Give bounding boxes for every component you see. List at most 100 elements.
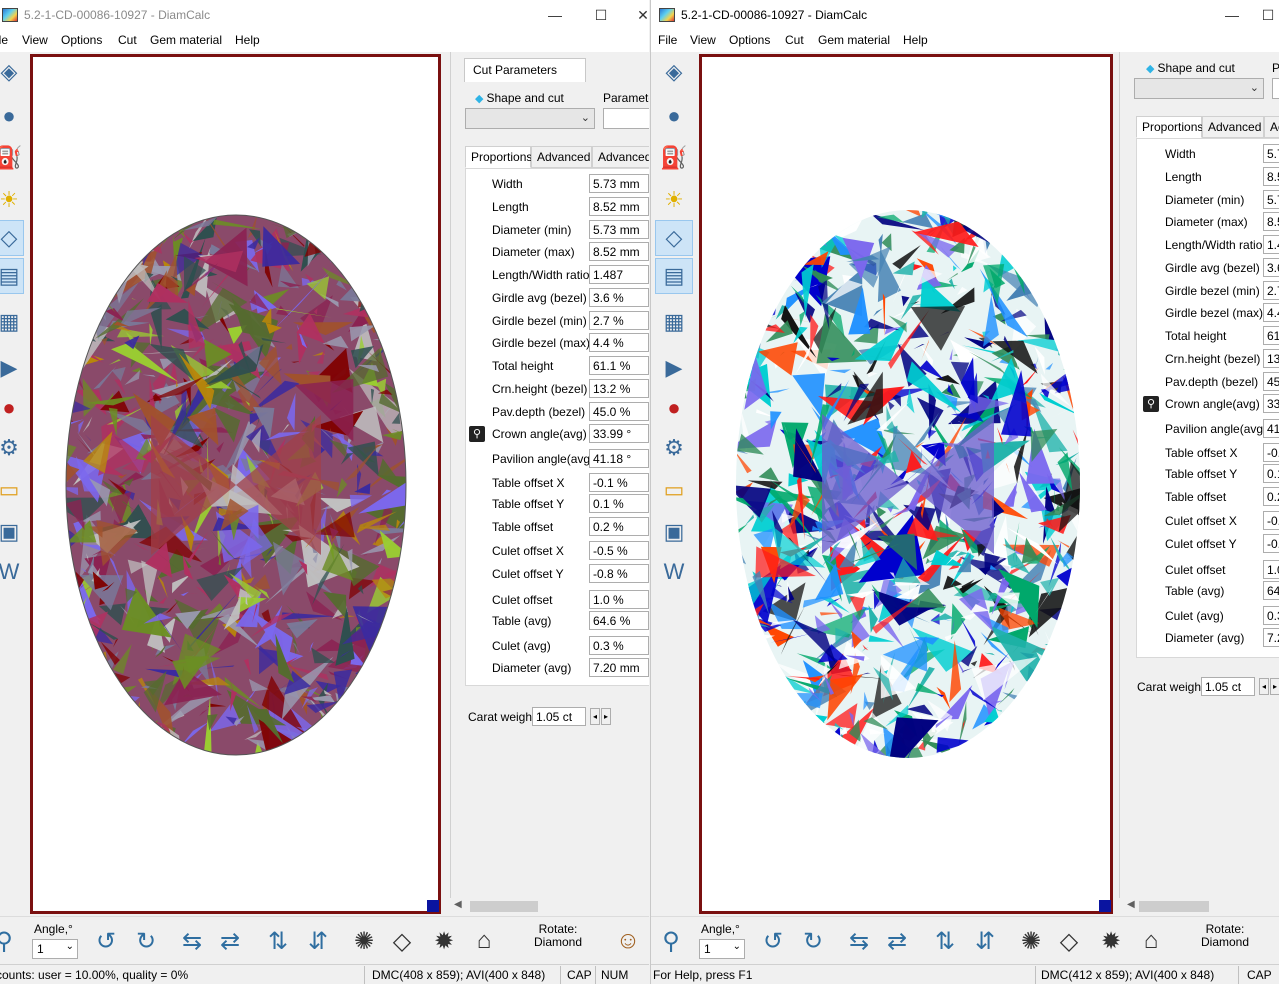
panel-scrollbar[interactable]: ◀ [452, 898, 649, 915]
magnifier-icon[interactable]: ⚲ [653, 923, 689, 959]
diamond-viewport[interactable] [699, 54, 1113, 914]
diamond-view-icon[interactable]: ◇ [655, 220, 693, 256]
minimize-icon[interactable]: — [544, 4, 566, 26]
rotate-mode[interactable]: Rotate: Diamond [1177, 921, 1273, 961]
paint-bucket-icon[interactable]: ⛽ [659, 140, 689, 176]
param-value-field[interactable]: -0.5 % [589, 541, 649, 560]
flip-horizontal-2-icon[interactable]: ⇄ [212, 923, 248, 959]
menu-gem-material[interactable]: Gem material [818, 33, 890, 47]
menu-view[interactable]: View [22, 33, 48, 47]
param-value-field[interactable]: 2.7 % [589, 311, 649, 330]
param-value-field[interactable]: 4.4 % [589, 333, 649, 352]
menu-cut[interactable]: Cut [118, 33, 137, 47]
maximize-icon[interactable]: ☐ [1257, 4, 1279, 26]
flip-horizontal-icon[interactable]: ⇆ [841, 923, 877, 959]
girdle-view-icon[interactable]: ⌂ [1133, 923, 1169, 959]
menu-help[interactable]: Help [235, 33, 260, 47]
param-value-field[interactable]: 4.4 [1263, 303, 1279, 322]
light-bulb-icon[interactable]: ☀ [659, 182, 689, 218]
param-value-field[interactable]: -0. [1263, 443, 1279, 462]
parameters-combo[interactable] [1272, 78, 1279, 99]
rotate-right-icon[interactable]: ↻ [795, 923, 831, 959]
panel-scrollbar[interactable]: ◀ [1125, 898, 1279, 915]
param-value-field[interactable]: -0. [1263, 534, 1279, 553]
diamond-viewport[interactable] [30, 54, 441, 914]
rotate-right-icon[interactable]: ↻ [128, 923, 164, 959]
param-value-field[interactable]: -0. [1263, 511, 1279, 530]
gem-ball-icon[interactable]: ● [659, 98, 689, 134]
girdle-view-icon[interactable]: ⌂ [466, 923, 502, 959]
param-value-field[interactable]: 41.18 ° [589, 449, 649, 468]
diamond-icon[interactable]: ◈ [0, 54, 24, 90]
rotate-mode[interactable]: Rotate: Diamond [510, 921, 606, 961]
flip-vertical-icon[interactable]: ⇅ [927, 923, 963, 959]
lock-icon[interactable]: ⚲ [469, 426, 485, 442]
menu-options[interactable]: Options [729, 33, 770, 47]
param-value-field[interactable]: 8.5 [1263, 167, 1279, 186]
spectrum-icon[interactable]: ▤ [655, 258, 693, 294]
carat-weight-field[interactable]: 1.05 ct [532, 707, 586, 726]
param-value-field[interactable]: 0.2 [1263, 487, 1279, 506]
menu-file[interactable]: ile [0, 33, 8, 47]
flip-vertical-2-icon[interactable]: ⇵ [300, 923, 336, 959]
top-view-icon[interactable]: ✺ [346, 923, 382, 959]
bottom-view-icon[interactable]: ✹ [1093, 923, 1129, 959]
side-view-icon[interactable]: ◇ [384, 923, 420, 959]
menu-options[interactable]: Options [61, 33, 102, 47]
param-value-field[interactable]: 3.6 [1263, 258, 1279, 277]
carat-increment[interactable]: ▸ [601, 708, 611, 725]
tab-advanced-2[interactable]: Advanced [592, 146, 649, 168]
param-value-field[interactable]: 64 [1263, 581, 1279, 600]
open-folder-icon[interactable]: ▭ [0, 472, 24, 508]
carat-decrement[interactable]: ◂ [590, 708, 600, 725]
angle-select[interactable]: 1 ⌄ [32, 939, 78, 959]
flip-horizontal-icon[interactable]: ⇆ [174, 923, 210, 959]
open-folder-icon[interactable]: ▭ [659, 472, 689, 508]
param-value-field[interactable]: 0.3 [1263, 606, 1279, 625]
close-icon[interactable]: ✕ [632, 4, 649, 26]
film-settings-icon[interactable]: ⚙ [659, 430, 689, 466]
carat-increment[interactable]: ▸ [1270, 678, 1279, 695]
param-value-field[interactable]: 0.1 % [589, 494, 649, 513]
param-value-field[interactable]: -0.1 % [589, 473, 649, 492]
shape-combo[interactable]: ⌄ [465, 108, 595, 129]
film-record-icon[interactable]: ● [0, 390, 24, 426]
carat-decrement[interactable]: ◂ [1259, 678, 1269, 695]
param-value-field[interactable]: 0.1 [1263, 464, 1279, 483]
tab-proportions[interactable]: Proportions [1136, 116, 1203, 138]
tab-advanced[interactable]: Advanced [1202, 116, 1264, 138]
param-value-field[interactable]: 3.6 % [589, 288, 649, 307]
param-value-field[interactable]: 5.73 mm [589, 220, 649, 239]
spectrum-icon[interactable]: ▤ [0, 258, 24, 294]
save-icon[interactable]: ▣ [659, 514, 689, 550]
param-value-field[interactable]: 13 [1263, 349, 1279, 368]
light-bulb-icon[interactable]: ☀ [0, 182, 24, 218]
user-icon[interactable]: ☺ [610, 923, 646, 959]
minimize-icon[interactable]: — [1221, 4, 1243, 26]
carat-weight-field[interactable]: 1.05 ct [1201, 677, 1255, 696]
param-value-field[interactable]: -0.8 % [589, 564, 649, 583]
film-settings-icon[interactable]: ⚙ [0, 430, 24, 466]
magnifier-icon[interactable]: ⚲ [0, 923, 22, 959]
param-value-field[interactable]: 1.4 [1263, 235, 1279, 254]
param-value-field[interactable]: 5.7 [1263, 144, 1279, 163]
maximize-icon[interactable]: ☐ [590, 4, 612, 26]
tab-advanced[interactable]: Advanced [531, 146, 592, 168]
menu-help[interactable]: Help [903, 33, 928, 47]
param-value-field[interactable]: 1.0 [1263, 560, 1279, 579]
word-export-icon[interactable]: W [659, 554, 689, 590]
param-value-field[interactable]: 7.20 mm [589, 658, 649, 677]
flip-vertical-2-icon[interactable]: ⇵ [967, 923, 1003, 959]
side-view-icon[interactable]: ◇ [1051, 923, 1087, 959]
rotate-left-icon[interactable]: ↺ [755, 923, 791, 959]
param-value-field[interactable]: 41 [1263, 419, 1279, 438]
param-value-field[interactable]: 45.0 % [589, 402, 649, 421]
shape-combo[interactable]: ⌄ [1134, 78, 1264, 99]
param-value-field[interactable]: 8.52 mm [589, 197, 649, 216]
gem-ball-icon[interactable]: ● [0, 98, 24, 134]
tab-proportions[interactable]: Proportions [465, 146, 532, 168]
menu-view[interactable]: View [690, 33, 716, 47]
param-value-field[interactable]: 61 [1263, 326, 1279, 345]
param-value-field[interactable]: 1.487 [589, 265, 649, 284]
param-value-field[interactable]: 5.73 mm [589, 174, 649, 193]
